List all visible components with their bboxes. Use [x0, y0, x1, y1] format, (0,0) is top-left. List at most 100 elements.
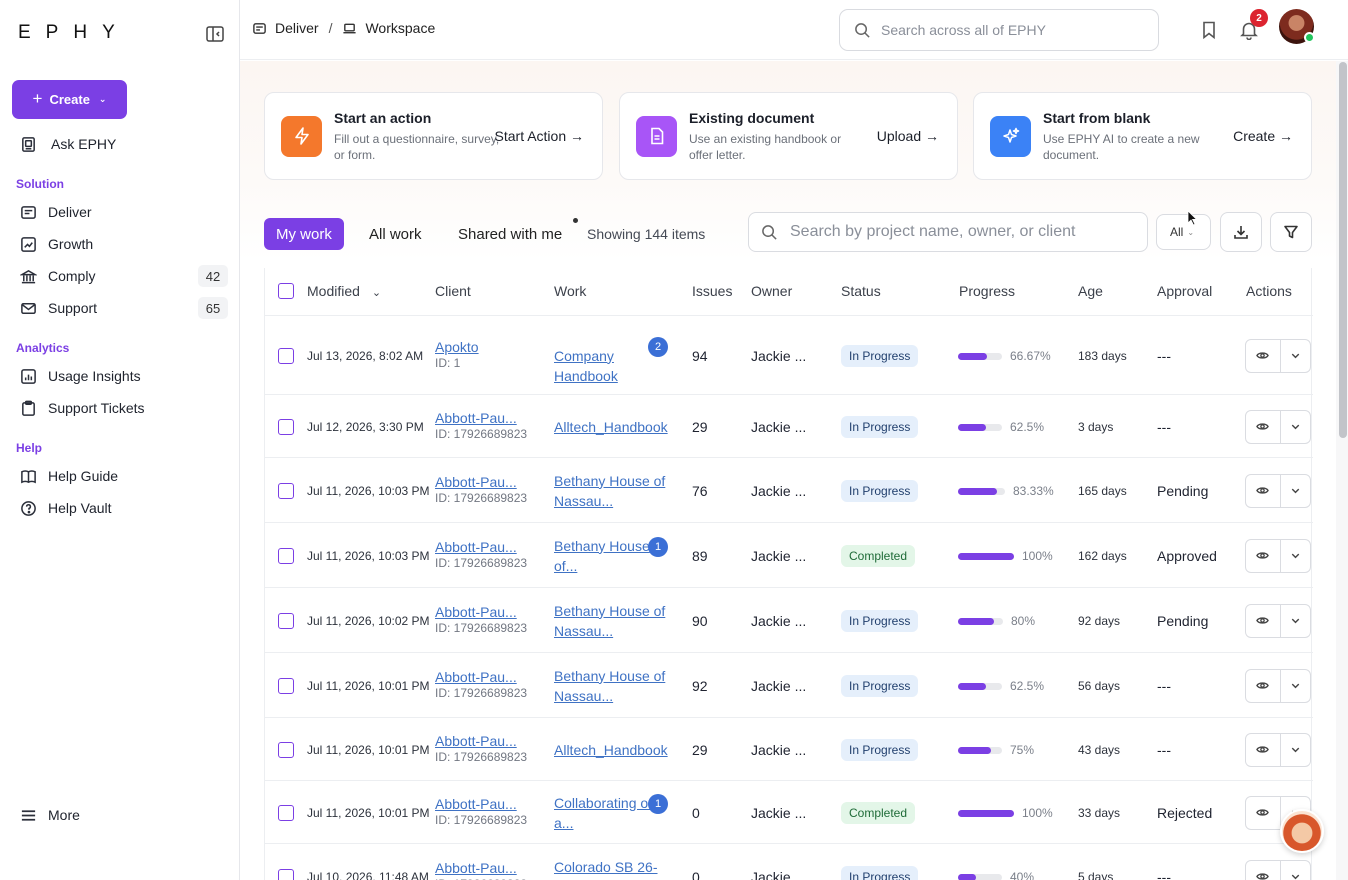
view-button[interactable] — [1246, 604, 1281, 637]
row-menu-button[interactable] — [1281, 540, 1310, 572]
row-checkbox[interactable] — [278, 804, 294, 821]
sidebar-more[interactable]: More — [12, 800, 228, 830]
laptop-icon — [342, 21, 357, 36]
view-button[interactable] — [1246, 539, 1281, 572]
card-existing-document[interactable]: Existing document Use an existing handbo… — [619, 92, 958, 180]
work-link[interactable]: Alltech_Handbook — [554, 740, 672, 760]
card-start-action[interactable]: Start an action Fill out a questionnaire… — [264, 92, 603, 180]
sidebar-item-support[interactable]: Support 65 — [12, 293, 228, 323]
view-button[interactable] — [1246, 733, 1281, 766]
column-header-client: Client — [435, 283, 471, 299]
work-link[interactable]: Bethany House of Nassau... — [554, 666, 672, 706]
client-id: ID: 17926689823 — [435, 426, 528, 441]
view-button[interactable] — [1246, 474, 1281, 507]
client-link[interactable]: Apokto — [435, 339, 479, 355]
scrollbar-thumb[interactable] — [1339, 62, 1347, 438]
row-menu-button[interactable] — [1281, 861, 1310, 880]
row-menu-button[interactable] — [1281, 340, 1310, 372]
work-link[interactable]: Bethany House of Nassau... — [554, 601, 672, 641]
top-bar: Deliver / Workspace Search across all of… — [240, 0, 1348, 60]
global-search-input[interactable]: Search across all of EPHY — [839, 9, 1159, 51]
work-link[interactable]: Alltech_Handbook — [554, 417, 672, 437]
chevron-down-icon: ⌄ — [1187, 227, 1195, 237]
column-header-modified[interactable]: Modified ⌄ — [307, 283, 381, 299]
client-link[interactable]: Abbott-Pau... — [435, 669, 527, 685]
create-button[interactable]: + Create ⌄ — [12, 80, 127, 119]
view-button[interactable] — [1246, 796, 1281, 829]
row-checkbox[interactable] — [278, 868, 294, 880]
download-button[interactable] — [1220, 212, 1262, 252]
row-checkbox[interactable] — [278, 677, 294, 694]
row-checkbox[interactable] — [278, 418, 294, 435]
row-menu-button[interactable] — [1281, 411, 1310, 443]
tab-my-work[interactable]: My work — [264, 218, 344, 250]
progress-label: 80% — [1011, 613, 1036, 628]
client-link[interactable]: Abbott-Pau... — [435, 474, 527, 490]
view-button[interactable] — [1246, 860, 1281, 880]
client-link[interactable]: Abbott-Pau... — [435, 796, 527, 812]
sidebar-item-ask-ephy[interactable]: Ask EPHY — [12, 129, 228, 159]
status-badge: In Progress — [841, 865, 919, 880]
sidebar: EPHY + Create ⌄ Ask EPHY Solution Delive… — [0, 0, 240, 880]
client-link[interactable]: Abbott-Pau... — [435, 539, 527, 555]
sidebar-item-help-guide[interactable]: Help Guide — [12, 461, 228, 491]
client-link[interactable]: Abbott-Pau... — [435, 410, 527, 426]
row-checkbox[interactable] — [278, 612, 294, 629]
row-menu-button[interactable] — [1281, 475, 1310, 507]
work-link[interactable]: Colorado SB 26-189 AI... — [554, 857, 672, 880]
modified-date: Jul 11, 2026, 10:03 PM — [307, 483, 430, 498]
ask-ephy-icon — [20, 136, 37, 153]
sidebar-item-help-vault[interactable]: Help Vault — [12, 493, 228, 523]
count-badge: 65 — [198, 297, 228, 319]
status-badge: In Progress — [841, 738, 919, 761]
sidebar-item-support-tickets[interactable]: Support Tickets — [12, 393, 228, 423]
client-link[interactable]: Abbott-Pau... — [435, 604, 527, 620]
issues-count: 94 — [692, 347, 708, 364]
status-badge: In Progress — [841, 674, 919, 697]
upload-link[interactable]: Upload → — [877, 128, 939, 144]
create-link[interactable]: Create → — [1233, 128, 1293, 144]
bookmark-icon[interactable] — [1199, 20, 1219, 40]
breadcrumb-deliver[interactable]: Deliver — [275, 20, 319, 36]
filter-select[interactable]: All ⌄ — [1156, 214, 1211, 250]
progress-bar — [958, 552, 1014, 560]
row-menu-button[interactable] — [1281, 734, 1310, 766]
progress-label: 75% — [1010, 742, 1035, 757]
row-menu-button[interactable] — [1281, 605, 1310, 637]
card-start-from-blank[interactable]: Start from blank Use EPHY AI to create a… — [973, 92, 1312, 180]
section-help: Help — [16, 441, 43, 455]
client-id: ID: 17926689823 — [435, 685, 528, 700]
approval-status: Approved — [1157, 547, 1217, 564]
view-button[interactable] — [1246, 669, 1281, 702]
row-checkbox[interactable] — [278, 347, 294, 364]
sidebar-item-deliver[interactable]: Deliver — [12, 197, 228, 227]
client-link[interactable]: Abbott-Pau... — [435, 733, 527, 749]
plus-icon: + — [32, 88, 43, 108]
collapse-sidebar-icon[interactable] — [205, 24, 225, 44]
table-search-input[interactable]: Search by project name, owner, or client — [748, 212, 1148, 252]
sidebar-item-growth[interactable]: Growth — [12, 229, 228, 259]
row-checkbox[interactable] — [278, 482, 294, 499]
client-link[interactable]: Abbott-Pau... — [435, 860, 527, 876]
start-action-link[interactable]: Start Action → — [495, 128, 584, 144]
row-checkbox[interactable] — [278, 741, 294, 758]
sidebar-item-usage-insights[interactable]: Usage Insights — [12, 361, 228, 391]
work-link[interactable]: Bethany House of Nassau... — [554, 471, 672, 511]
book-icon — [20, 468, 37, 485]
row-checkbox[interactable] — [278, 547, 294, 564]
tab-shared-with-me[interactable]: Shared with me — [446, 218, 574, 250]
client-cell: Abbott-Pau... ID: 17926689823 — [435, 796, 527, 827]
progress-fill — [958, 682, 986, 690]
view-button[interactable] — [1246, 410, 1281, 443]
chevron-down-icon — [1291, 747, 1300, 753]
sidebar-item-label: More — [48, 807, 80, 823]
modified-date: Jul 10, 2026, 11:48 AM — [307, 869, 429, 880]
sidebar-item-comply[interactable]: Comply 42 — [12, 261, 228, 291]
select-all-checkbox[interactable] — [278, 283, 294, 299]
assistant-avatar[interactable] — [1280, 809, 1324, 853]
tab-all-work[interactable]: All work — [357, 218, 434, 250]
filter-button[interactable] — [1270, 212, 1312, 252]
row-menu-button[interactable] — [1281, 670, 1310, 702]
view-button[interactable] — [1246, 339, 1281, 372]
approval-status: Rejected — [1157, 804, 1213, 821]
